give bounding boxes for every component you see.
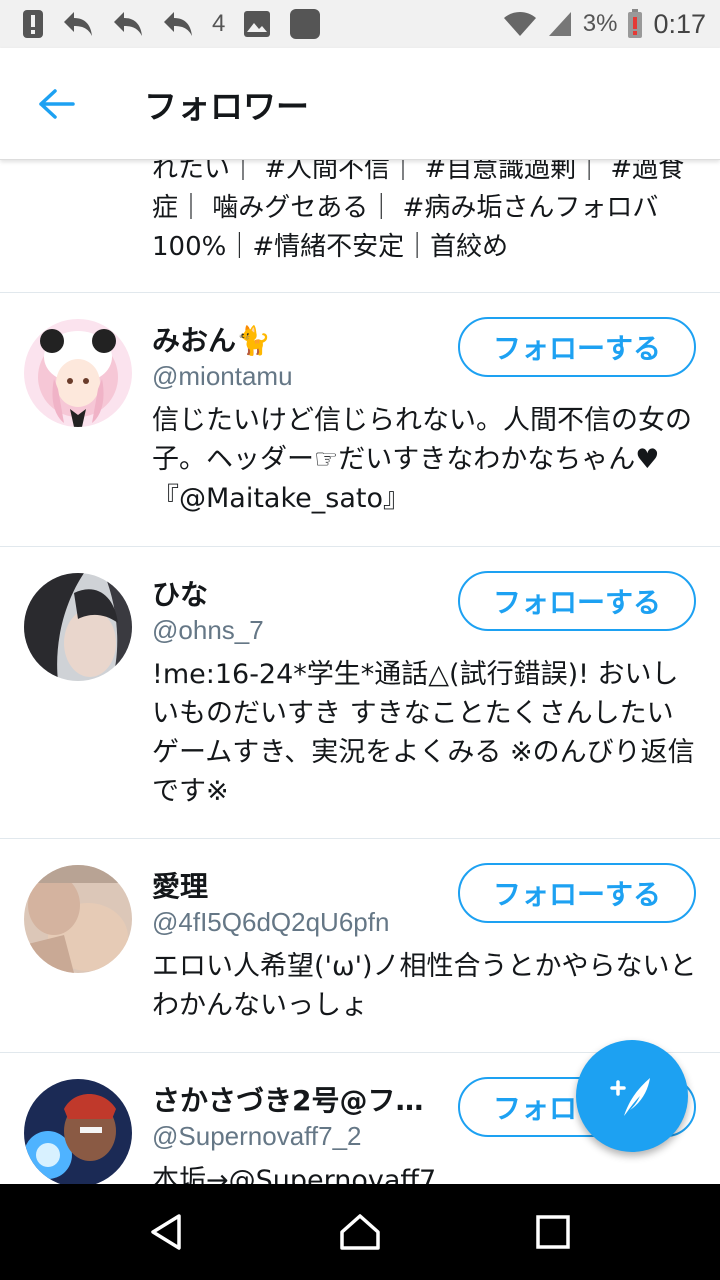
partial-user-bio: れたい｜ #人間不信｜ #自意識過剰｜ #過食症｜ 噛みグセある｜ #病み垢さん…	[152, 160, 685, 262]
back-button[interactable]	[22, 69, 92, 139]
status-bar: 4 3% 0:17	[0, 0, 720, 48]
user-handle: @ohns_7	[152, 615, 264, 645]
image-icon	[243, 10, 271, 38]
reply-icon	[62, 10, 94, 38]
follow-button[interactable]: フォローする	[458, 863, 696, 923]
user-bio: 信じたいけど信じられない。人間不信の女の子。ヘッダー☞だいすきなわかなちゃん♥『…	[152, 405, 692, 514]
nav-home-button[interactable]	[315, 1192, 405, 1272]
square-recents-icon	[536, 1215, 571, 1249]
follow-button[interactable]: フォローする	[458, 571, 696, 631]
nav-back-button[interactable]	[122, 1192, 212, 1272]
user-name[interactable]: さかさづき2号@フ…	[152, 1079, 423, 1119]
user-handle: @4fI5Q6dQ2qU6pfn	[152, 907, 390, 937]
avatar[interactable]	[24, 865, 132, 973]
app-icon	[289, 8, 321, 40]
page-title: フォロワー	[144, 86, 309, 126]
battery-low-icon	[627, 9, 643, 39]
notification-count: 4	[212, 10, 226, 37]
list-item[interactable]: みおん🐈 @miontamu 信じたいけど信じられない。人間不信の女の子。ヘッダ…	[0, 292, 720, 546]
user-bio: 本垢→@Supernovaff7	[152, 1165, 437, 1184]
reply-icon	[162, 10, 194, 38]
system-nav-bar	[0, 1184, 720, 1280]
battery-percent: 3%	[582, 10, 618, 37]
followers-list: れたい｜ #人間不信｜ #自意識過剰｜ #過食症｜ 噛みグセある｜ #病み垢さん…	[0, 160, 720, 1184]
user-name[interactable]: 愛理	[152, 865, 208, 905]
app-bar: フォロワー	[0, 48, 720, 160]
avatar[interactable]	[24, 573, 132, 681]
nav-recents-button[interactable]	[508, 1192, 598, 1272]
user-bio: !me:16-24*学生*通話△(試行錯誤)! おいしいものだいすき すきなこと…	[152, 659, 695, 807]
user-handle: @miontamu	[152, 361, 293, 391]
clock: 0:17	[653, 8, 706, 39]
avatar[interactable]	[24, 319, 132, 427]
follow-button[interactable]: フォローする	[458, 317, 696, 377]
wifi-icon	[503, 10, 537, 38]
alert-icon	[22, 9, 44, 39]
compose-feather-icon	[610, 1078, 650, 1116]
list-item[interactable]: ひな @ohns_7 !me:16-24*学生*通話△(試行錯誤)! おいしいも…	[0, 546, 720, 838]
list-item[interactable]: 愛理 @4fI5Q6dQ2qU6pfn エロい人希望('ω')ノ相性合うとかやら…	[0, 838, 720, 1052]
arrow-left-icon	[39, 88, 75, 119]
home-icon	[340, 1214, 380, 1250]
triangle-back-icon	[150, 1214, 181, 1250]
avatar[interactable]	[24, 1079, 132, 1184]
user-handle: @Supernovaff7_2	[152, 1121, 362, 1151]
compose-button[interactable]	[576, 1040, 688, 1152]
user-bio: エロい人希望('ω')ノ相性合うとかやらないとわかんないっしょ	[152, 951, 697, 1021]
user-name[interactable]: みおん🐈	[152, 319, 271, 359]
user-name[interactable]: ひな	[152, 573, 208, 613]
reply-icon	[112, 10, 144, 38]
signal-icon	[547, 10, 573, 38]
